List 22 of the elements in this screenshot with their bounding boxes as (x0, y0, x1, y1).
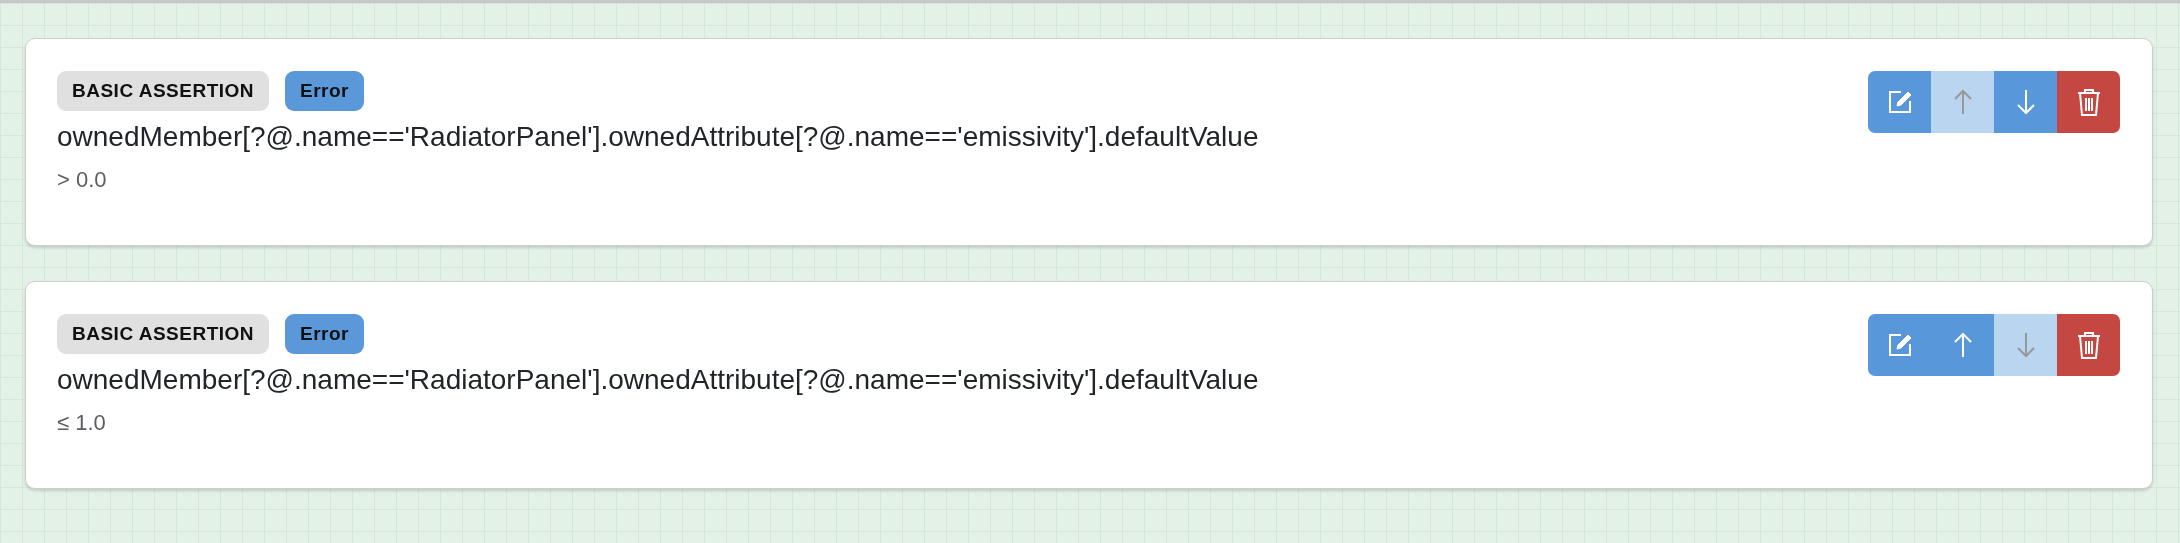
arrow-up-icon (1952, 89, 1973, 115)
type-tag: BASIC ASSERTION (57, 314, 270, 354)
type-tag: BASIC ASSERTION (57, 71, 270, 111)
severity-tag: Error (285, 314, 364, 354)
move-up-button[interactable] (1931, 314, 1994, 376)
arrow-down-icon (2015, 89, 2036, 115)
arrow-up-icon (1952, 332, 1973, 358)
trash-icon (2076, 88, 2101, 116)
edit-button[interactable] (1868, 314, 1931, 376)
severity-tag: Error (285, 71, 364, 111)
move-down-button[interactable] (1994, 71, 2057, 133)
assertion-condition: ≤ 1.0 (57, 410, 107, 436)
arrow-down-icon (2015, 332, 2036, 358)
edit-icon (1886, 89, 1913, 115)
delete-button[interactable] (2057, 71, 2120, 133)
assertion-path: ownedMember[?@.name=='RadiatorPanel'].ownedAttribute[?@.name=='emissivity'].defaultValue (57, 364, 1259, 396)
edit-button[interactable] (1868, 71, 1931, 133)
trash-icon (2076, 331, 2101, 359)
delete-button[interactable] (2057, 314, 2120, 376)
edit-icon (1886, 332, 1913, 358)
assertion-path: ownedMember[?@.name=='RadiatorPanel'].ownedAttribute[?@.name=='emissivity'].defaultValue (57, 121, 1259, 153)
assertion-condition: > 0.0 (57, 167, 108, 193)
